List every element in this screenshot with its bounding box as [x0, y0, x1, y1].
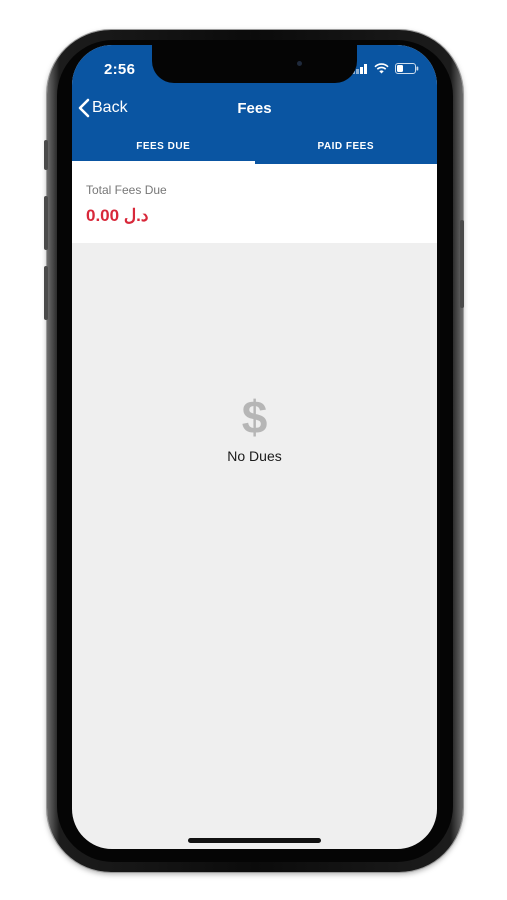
tab-bar: FEES DUE PAID FEES	[72, 135, 437, 164]
status-time: 2:56	[104, 61, 136, 78]
empty-state: $ No Dues	[72, 390, 437, 464]
page-title: Fees	[237, 100, 272, 117]
power-button	[460, 220, 464, 308]
total-fees-amount: 0.00 د.ل	[86, 206, 149, 225]
volume-up-button	[44, 196, 48, 250]
mute-switch	[44, 140, 48, 170]
tab-paid-fees[interactable]: PAID FEES	[255, 135, 438, 164]
notch	[152, 45, 357, 83]
screen: 2:56 Back Fees FEES DUE PAID FEES Total …	[72, 45, 437, 849]
tab-fees-due[interactable]: FEES DUE	[72, 135, 255, 164]
device-frame: 2:56 Back Fees FEES DUE PAID FEES Total …	[0, 0, 507, 900]
total-fees-label: Total Fees Due	[86, 183, 167, 197]
fees-summary-card: Total Fees Due 0.00 د.ل	[72, 164, 437, 243]
status-icons	[352, 63, 419, 74]
battery-icon	[395, 63, 419, 74]
wifi-icon	[374, 63, 389, 74]
volume-down-button	[44, 266, 48, 320]
empty-state-message: No Dues	[227, 448, 282, 464]
dollar-icon: $	[241, 391, 268, 443]
home-indicator[interactable]	[188, 838, 321, 843]
front-camera	[297, 61, 302, 66]
